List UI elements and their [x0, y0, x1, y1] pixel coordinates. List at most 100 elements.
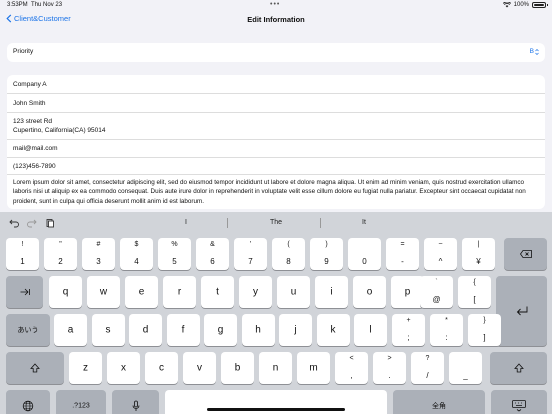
shift-icon	[30, 363, 40, 373]
key-/[interactable]: ? /	[411, 352, 444, 384]
key-alt-label: *	[445, 317, 448, 324]
address-field[interactable]: 123 street Rd Cupertino, California(CA) …	[7, 113, 545, 140]
key-[[interactable]: {[	[458, 276, 491, 308]
key-7[interactable]: ' 7	[234, 238, 267, 270]
key-.[interactable]: >.	[373, 352, 406, 384]
key-label: ]	[483, 333, 486, 342]
shift-key-left[interactable]	[6, 352, 64, 384]
key-x[interactable]: x	[107, 352, 140, 384]
key-alt-label: }	[483, 317, 486, 324]
key-f[interactable]: f	[166, 314, 200, 346]
suggestion-divider	[227, 218, 228, 228]
key-alt-label: +	[406, 317, 411, 324]
key-@[interactable]: ` @	[420, 276, 453, 308]
key-v[interactable]: v	[183, 352, 216, 384]
status-bar: 3:53PM Thu Nov 23 ••• 100%	[0, 0, 552, 10]
return-key[interactable]	[496, 276, 547, 346]
dismiss-keyboard-key[interactable]	[491, 390, 547, 414]
key-9[interactable]: ) 9	[310, 238, 343, 270]
paste-icon[interactable]	[45, 218, 55, 228]
redo-icon[interactable]	[27, 218, 37, 228]
chevron-updown-icon	[535, 48, 539, 55]
globe-key[interactable]	[6, 390, 50, 414]
key-s[interactable]: s	[91, 314, 125, 346]
key-d[interactable]: d	[129, 314, 162, 346]
key-t[interactable]: t	[201, 276, 234, 308]
key-z[interactable]: z	[69, 352, 102, 384]
key-;[interactable]: +;	[392, 314, 425, 346]
priority-value: B	[529, 48, 534, 55]
key-,[interactable]: <,	[335, 352, 368, 384]
numbers-key[interactable]: .?123	[56, 390, 106, 414]
key-o[interactable]: o	[353, 276, 386, 308]
key-underscore[interactable]: _	[449, 352, 482, 384]
key-l[interactable]: l	[354, 314, 387, 346]
key-alt-label: =	[400, 241, 405, 248]
key-alt-label: )	[325, 241, 328, 248]
notes-field[interactable]: Lorem ipsum dolor sit amet, consectetur …	[7, 175, 545, 209]
key-label: ,	[350, 371, 353, 380]
key-g[interactable]: g	[204, 314, 237, 346]
key-0[interactable]: 0	[348, 238, 381, 270]
dictation-key[interactable]	[112, 390, 159, 414]
suggestion-3[interactable]: It	[362, 219, 366, 226]
key-6[interactable]: & 6	[196, 238, 229, 270]
key-label: ¥	[476, 257, 481, 266]
key-2[interactable]: " 2	[44, 238, 77, 270]
key-n[interactable]: n	[259, 352, 292, 384]
tab-key[interactable]	[6, 276, 43, 308]
key-:[interactable]: *:	[430, 314, 463, 346]
key-h[interactable]: h	[241, 314, 275, 346]
key-3[interactable]: #3	[82, 238, 115, 270]
key-5[interactable]: % 5	[158, 238, 191, 270]
key-a[interactable]: a	[54, 314, 87, 346]
language-key[interactable]: あいう	[6, 314, 50, 346]
key-^[interactable]: ~ ^	[424, 238, 457, 270]
key-r[interactable]: r	[163, 276, 196, 308]
navigation-bar: Client&Customer Edit Information	[0, 10, 552, 32]
suggestion-1[interactable]: I	[185, 219, 187, 226]
key-alt-label: {	[473, 279, 476, 286]
undo-icon[interactable]	[9, 218, 19, 228]
company-field[interactable]: Company A	[7, 75, 545, 94]
key-label: ^	[438, 257, 443, 266]
key-w[interactable]: w	[87, 276, 120, 308]
key-1[interactable]: ! 1	[6, 238, 39, 270]
name-field[interactable]: John Smith	[7, 94, 545, 113]
suggestion-2[interactable]: The	[270, 219, 282, 226]
key-alt-label: $	[134, 241, 139, 248]
key-k[interactable]: k	[316, 314, 350, 346]
key-8[interactable]: (8	[272, 238, 305, 270]
delete-icon	[519, 250, 532, 258]
key-label: c	[159, 362, 164, 374]
key-4[interactable]: $4	[120, 238, 153, 270]
key-q[interactable]: q	[49, 276, 82, 308]
key-¥[interactable]: | ¥	[462, 238, 495, 270]
status-indicators: 100%	[502, 2, 548, 8]
key-m[interactable]: m	[297, 352, 330, 384]
key-label: s	[105, 324, 111, 336]
key-label: e	[138, 286, 145, 298]
priority-selector[interactable]: B	[530, 48, 539, 55]
key--[interactable]: = -	[386, 238, 419, 270]
tab-icon	[20, 288, 30, 296]
priority-row[interactable]: Priority B	[7, 43, 545, 62]
key-label: @	[432, 295, 441, 304]
key-u[interactable]: u	[277, 276, 310, 308]
key-b[interactable]: b	[221, 352, 254, 384]
zenkaku-key[interactable]: 全角	[393, 390, 485, 414]
shift-key-right[interactable]	[490, 352, 547, 384]
key-i[interactable]: i	[315, 276, 348, 308]
address-line-2: Cupertino, California(CA) 95014	[13, 127, 106, 134]
phone-field[interactable]: (123)456-7890	[7, 158, 545, 175]
email-field[interactable]: mail@mail.com	[7, 140, 545, 158]
delete-key[interactable]	[504, 238, 547, 270]
multitasking-dots[interactable]: •••	[270, 1, 280, 8]
key-y[interactable]: y	[239, 276, 272, 308]
key-alt-label: ?	[425, 355, 430, 362]
key-e[interactable]: e	[125, 276, 158, 308]
key-][interactable]: }]	[468, 314, 501, 346]
key-j[interactable]: j	[279, 314, 312, 346]
home-indicator[interactable]	[207, 408, 345, 411]
key-c[interactable]: c	[145, 352, 178, 384]
